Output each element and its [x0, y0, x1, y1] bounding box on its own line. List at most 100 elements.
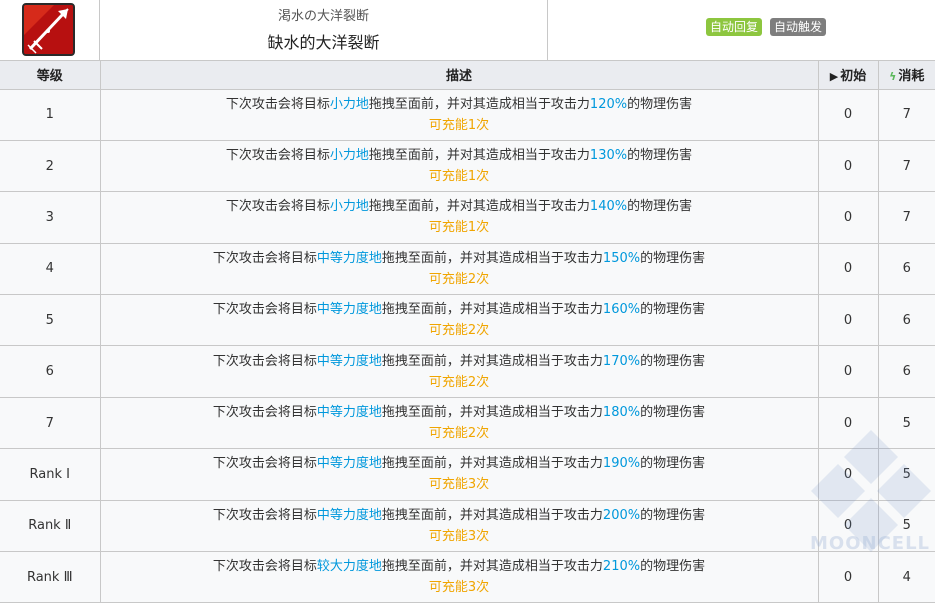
charge-text: 可充能2次	[428, 426, 490, 442]
skill-name-jp: 渇水の大洋裂断	[277, 9, 369, 24]
description-post: 的物理伤害	[640, 559, 706, 575]
description-mid: 拖拽至面前，并对其造成相当于攻击力	[381, 507, 603, 523]
description-post: 的物理伤害	[627, 199, 693, 215]
charge-text: 可充能1次	[428, 220, 490, 236]
damage-percent: 180%	[602, 405, 641, 421]
description-mid: 拖拽至面前，并对其造成相当于攻击力	[381, 559, 603, 575]
header-initial-label: 初始	[840, 69, 867, 85]
charge-text: 可充能2次	[428, 323, 490, 339]
description-pre: 下次攻击会将目标	[225, 148, 330, 164]
description-cell: 下次攻击会将目标小力地拖拽至面前，并对其造成相当于攻击力130%的物理伤害可充能…	[99, 139, 819, 193]
initial-sp-cell: 0	[817, 345, 879, 398]
level-cell: Rank Ⅲ	[0, 551, 101, 603]
skill-icon-cell	[0, 0, 100, 61]
charge-text: 可充能1次	[428, 117, 490, 133]
pull-force: 中等力度地	[316, 456, 382, 472]
description-cell: 下次攻击会将目标中等力度地拖拽至面前，并对其造成相当于攻击力200%的物理伤害可…	[99, 499, 819, 553]
pull-force: 中等力度地	[316, 353, 382, 369]
sp-cost-cell: 6	[877, 345, 935, 398]
header-level: 等级	[0, 61, 101, 90]
level-cell: 3	[0, 191, 101, 244]
sp-cost-cell: 7	[877, 191, 935, 244]
description-mid: 拖拽至面前，并对其造成相当于攻击力	[381, 405, 603, 421]
description-cell: 下次攻击会将目标中等力度地拖拽至面前，并对其造成相当于攻击力180%的物理伤害可…	[99, 396, 819, 450]
sp-cost-cell: 5	[877, 396, 935, 450]
tag-auto-recover: 自动回复	[706, 18, 763, 36]
description-pre: 下次攻击会将目标	[225, 199, 330, 215]
description-cell: 下次攻击会将目标较大力度地拖拽至面前，并对其造成相当于攻击力210%的物理伤害可…	[99, 551, 819, 603]
skill-name-cell: 渇水の大洋裂断 缺水的大洋裂断	[100, 0, 548, 61]
harpoon-skill-icon	[22, 3, 75, 56]
skill-level-table: 等级 描述 ▶ 初始 ϟ 消耗 1 下次攻击会将目标小力地拖拽至面前，并对其造成相当于…	[0, 61, 935, 603]
charge-text: 可充能1次	[428, 169, 490, 185]
initial-sp-cell: 0	[817, 139, 879, 193]
level-cell: 7	[0, 396, 101, 450]
description-pre: 下次攻击会将目标	[212, 507, 317, 523]
charge-text: 可充能3次	[428, 580, 490, 596]
description-text: 下次攻击会将目标中等力度地拖拽至面前，并对其造成相当于攻击力180%的物理伤害	[101, 402, 818, 423]
skill-tags: 自动回复 自动触发	[706, 18, 827, 36]
description-text: 下次攻击会将目标小力地拖拽至面前，并对其造成相当于攻击力130%的物理伤害	[101, 145, 818, 166]
damage-percent: 150%	[602, 250, 641, 266]
description-text: 下次攻击会将目标中等力度地拖拽至面前，并对其造成相当于攻击力160%的物理伤害	[101, 299, 818, 320]
damage-percent: 170%	[602, 353, 641, 369]
pull-force: 小力地	[329, 96, 369, 112]
description-pre: 下次攻击会将目标	[225, 96, 330, 112]
initial-sp-cell: 0	[817, 242, 879, 296]
pull-force: 小力地	[329, 148, 369, 164]
description-post: 的物理伤害	[640, 302, 706, 318]
description-text: 下次攻击会将目标小力地拖拽至面前，并对其造成相当于攻击力120%的物理伤害	[101, 94, 818, 115]
initial-sp-cell: 0	[817, 88, 879, 141]
initial-sp-cell: 0	[817, 191, 879, 244]
sp-cost-cell: 7	[877, 139, 935, 193]
damage-percent: 210%	[602, 559, 641, 575]
description-mid: 拖拽至面前，并对其造成相当于攻击力	[368, 199, 590, 215]
level-cell: 2	[0, 139, 101, 193]
tag-auto-trigger: 自动触发	[770, 18, 827, 36]
damage-percent: 200%	[602, 507, 641, 523]
description-text: 下次攻击会将目标小力地拖拽至面前，并对其造成相当于攻击力140%的物理伤害	[101, 196, 818, 217]
level-cell: 1	[0, 88, 101, 141]
initial-sp-cell: 0	[817, 448, 879, 501]
description-pre: 下次攻击会将目标	[212, 302, 317, 318]
skill-header: 渇水の大洋裂断 缺水的大洋裂断 自动回复 自动触发	[0, 0, 935, 61]
description-cell: 下次攻击会将目标小力地拖拽至面前，并对其造成相当于攻击力120%的物理伤害可充能…	[99, 88, 819, 141]
sp-cost-cell: 7	[877, 88, 935, 141]
description-text: 下次攻击会将目标较大力度地拖拽至面前，并对其造成相当于攻击力210%的物理伤害	[101, 556, 818, 577]
initial-sp-cell: 0	[817, 551, 879, 603]
damage-percent: 190%	[602, 456, 641, 472]
description-post: 的物理伤害	[627, 148, 693, 164]
table-row: 2 下次攻击会将目标小力地拖拽至面前，并对其造成相当于攻击力130%的物理伤害可充…	[0, 139, 935, 193]
description-text: 下次攻击会将目标中等力度地拖拽至面前，并对其造成相当于攻击力200%的物理伤害	[101, 505, 818, 526]
charge-text: 可充能2次	[428, 271, 490, 287]
description-post: 的物理伤害	[640, 456, 706, 472]
description-post: 的物理伤害	[640, 353, 706, 369]
description-cell: 下次攻击会将目标中等力度地拖拽至面前，并对其造成相当于攻击力150%的物理伤害可…	[99, 242, 819, 296]
description-mid: 拖拽至面前，并对其造成相当于攻击力	[381, 250, 603, 266]
description-pre: 下次攻击会将目标	[212, 353, 317, 369]
description-cell: 下次攻击会将目标中等力度地拖拽至面前，并对其造成相当于攻击力160%的物理伤害可…	[99, 294, 819, 347]
initial-sp-cell: 0	[817, 294, 879, 347]
description-pre: 下次攻击会将目标	[212, 559, 317, 575]
description-post: 的物理伤害	[627, 96, 693, 112]
table-row: 3 下次攻击会将目标小力地拖拽至面前，并对其造成相当于攻击力140%的物理伤害可充…	[0, 191, 935, 244]
description-mid: 拖拽至面前，并对其造成相当于攻击力	[368, 96, 590, 112]
description-pre: 下次攻击会将目标	[212, 405, 317, 421]
table-row: Rank Ⅲ 下次攻击会将目标较大力度地拖拽至面前，并对其造成相当于攻击力210%…	[0, 551, 935, 603]
pull-force: 中等力度地	[316, 250, 382, 266]
table-row: Rank Ⅱ 下次攻击会将目标中等力度地拖拽至面前，并对其造成相当于攻击力200%…	[0, 499, 935, 553]
description-post: 的物理伤害	[640, 507, 706, 523]
description-post: 的物理伤害	[640, 250, 706, 266]
skill-name-cn: 缺水的大洋裂断	[267, 33, 380, 52]
sp-cost-cell: 5	[877, 499, 935, 553]
level-cell: 6	[0, 345, 101, 398]
charge-text: 可充能3次	[428, 528, 490, 544]
description-text: 下次攻击会将目标中等力度地拖拽至面前，并对其造成相当于攻击力170%的物理伤害	[101, 351, 818, 372]
level-cell: Rank Ⅰ	[0, 448, 101, 501]
damage-percent: 120%	[589, 96, 628, 112]
damage-percent: 130%	[589, 148, 628, 164]
description-cell: 下次攻击会将目标中等力度地拖拽至面前，并对其造成相当于攻击力170%的物理伤害可…	[99, 345, 819, 398]
table-row: 1 下次攻击会将目标小力地拖拽至面前，并对其造成相当于攻击力120%的物理伤害 可充…	[0, 88, 935, 141]
description-pre: 下次攻击会将目标	[212, 250, 317, 266]
pull-force: 中等力度地	[316, 302, 382, 318]
